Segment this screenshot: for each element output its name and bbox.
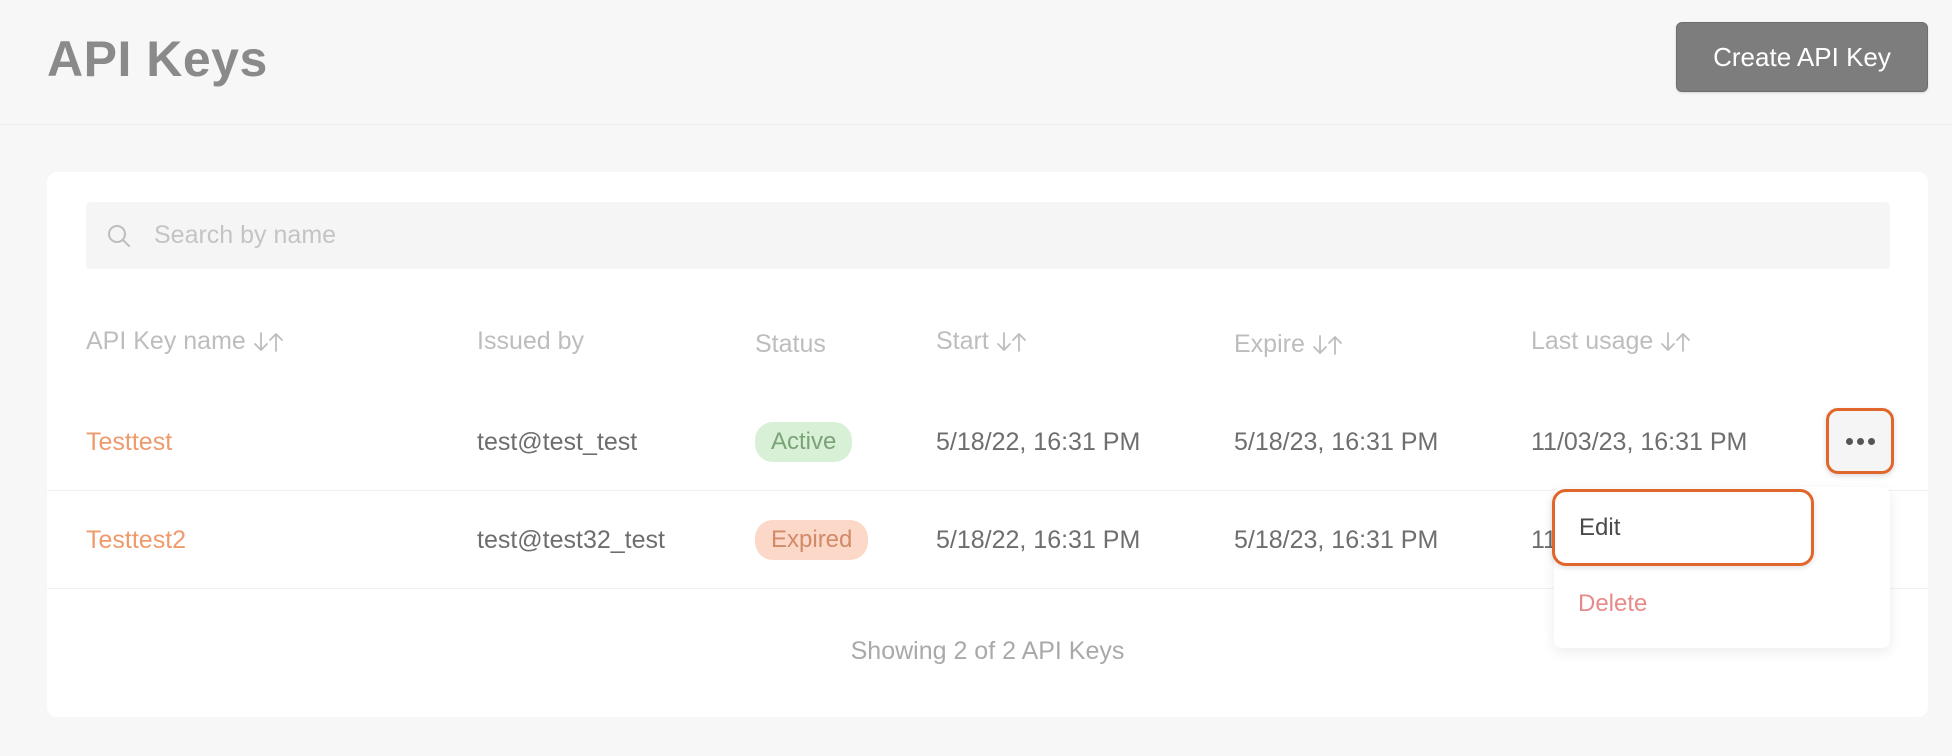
column-header-status: Status bbox=[755, 330, 826, 359]
last-usage-cell: 11/03/23, 16:31 PM bbox=[1531, 427, 1748, 456]
page-header: API Keys Create API Key bbox=[0, 0, 1952, 125]
column-header-label: Start bbox=[936, 327, 989, 355]
delete-menu-item[interactable]: Delete bbox=[1554, 579, 1854, 629]
create-api-key-button[interactable]: Create API Key bbox=[1676, 22, 1928, 92]
status-badge: Expired bbox=[755, 520, 869, 560]
column-header-label: Issued by bbox=[477, 327, 585, 355]
start-cell: 5/18/22, 16:31 PM bbox=[936, 525, 1141, 554]
column-header-issued-by: Issued by bbox=[477, 327, 584, 356]
page-title: API Keys bbox=[47, 31, 268, 87]
column-header-label: Status bbox=[755, 330, 826, 358]
column-header-label: Expire bbox=[1234, 330, 1305, 358]
table-row: Testtest test@test_test Active 5/18/22, … bbox=[47, 393, 1928, 491]
sort-icon[interactable] bbox=[252, 331, 286, 353]
start-cell: 5/18/22, 16:31 PM bbox=[936, 427, 1141, 456]
issued-by-cell: test@test_test bbox=[477, 427, 638, 456]
sort-icon[interactable] bbox=[1659, 331, 1693, 353]
more-horizontal-icon bbox=[1845, 437, 1875, 445]
column-header-label: API Key name bbox=[86, 327, 246, 355]
row-actions-button[interactable] bbox=[1826, 408, 1894, 474]
expire-cell: 5/18/23, 16:31 PM bbox=[1234, 427, 1439, 456]
search-box[interactable] bbox=[86, 202, 1890, 269]
sort-icon[interactable] bbox=[1311, 334, 1345, 356]
search-icon bbox=[108, 225, 130, 247]
sort-icon[interactable] bbox=[995, 331, 1029, 353]
api-key-name-link[interactable]: Testtest2 bbox=[86, 491, 186, 589]
column-header-expire[interactable]: Expire bbox=[1234, 330, 1345, 359]
status-cell: Active bbox=[755, 393, 853, 491]
column-header-start[interactable]: Start bbox=[936, 327, 1029, 356]
issued-by-cell: test@test32_test bbox=[477, 525, 665, 554]
edit-menu-item[interactable]: Edit bbox=[1552, 489, 1814, 566]
column-header-name[interactable]: API Key name bbox=[86, 327, 286, 356]
status-badge: Active bbox=[755, 422, 853, 462]
row-actions-menu: Edit Delete bbox=[1552, 487, 1890, 648]
column-header-label: Last usage bbox=[1531, 327, 1654, 355]
api-key-name-link[interactable]: Testtest bbox=[86, 393, 172, 491]
status-cell: Expired bbox=[755, 491, 869, 589]
search-input[interactable] bbox=[154, 202, 1854, 269]
expire-cell: 5/18/23, 16:31 PM bbox=[1234, 525, 1439, 554]
column-header-last-usage[interactable]: Last usage bbox=[1531, 327, 1693, 356]
